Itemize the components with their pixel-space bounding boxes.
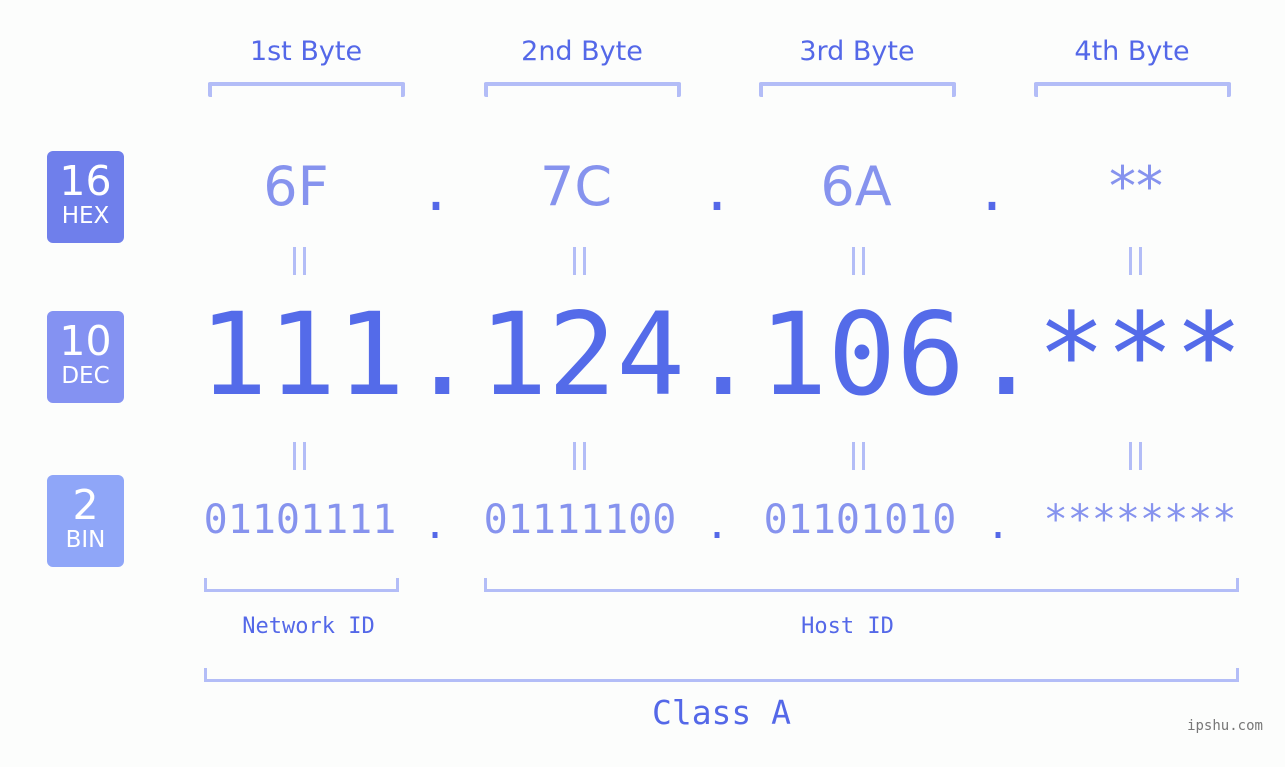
bin-separator-1: . — [422, 502, 448, 548]
equals-icon — [849, 247, 869, 275]
dec-byte-1: 111 — [199, 288, 405, 421]
bin-byte-3: 01101010 — [763, 497, 957, 543]
hex-separator-3: . — [975, 160, 1009, 223]
byte-header-2: 2nd Byte — [521, 36, 643, 67]
bin-byte-4: ******** — [1043, 497, 1237, 543]
equals-icon — [1126, 442, 1146, 470]
watermark: ipshu.com — [1187, 718, 1263, 734]
host-id-bracket — [484, 578, 1239, 592]
byte-bracket-4 — [1034, 82, 1231, 97]
host-id-label: Host ID — [801, 614, 894, 639]
dec-byte-3: 106 — [759, 288, 965, 421]
hex-separator-2: . — [700, 160, 734, 223]
dec-byte-2: 124 — [479, 288, 685, 421]
equals-icon — [290, 442, 310, 470]
dec-badge: 10 DEC — [47, 311, 124, 403]
hex-base-label: HEX — [61, 203, 110, 229]
hex-base-number: 16 — [59, 157, 112, 205]
hex-badge: 16 HEX — [47, 151, 124, 243]
hex-byte-3: 6A — [820, 155, 892, 218]
dec-base-label: DEC — [61, 363, 110, 389]
byte-bracket-2 — [484, 82, 681, 97]
byte-header-4: 4th Byte — [1074, 36, 1190, 67]
network-id-label: Network ID — [242, 614, 375, 639]
equals-icon — [849, 442, 869, 470]
hex-byte-2: 7C — [539, 155, 613, 218]
byte-bracket-3 — [759, 82, 956, 97]
bin-separator-3: . — [985, 502, 1011, 548]
byte-header-1: 1st Byte — [249, 36, 363, 67]
equals-icon — [570, 442, 590, 470]
hex-separator-1: . — [419, 160, 453, 223]
byte-bracket-1 — [208, 82, 405, 97]
bin-byte-1: 01101111 — [203, 497, 397, 543]
class-bracket — [204, 668, 1239, 682]
hex-byte-1: 6F — [263, 155, 329, 218]
bin-byte-2: 01111100 — [483, 497, 677, 543]
bin-base-label: BIN — [65, 527, 106, 553]
dec-base-number: 10 — [59, 317, 112, 365]
dec-byte-4: *** — [1037, 288, 1243, 421]
equals-icon — [570, 247, 590, 275]
network-id-bracket — [204, 578, 399, 592]
equals-icon — [290, 247, 310, 275]
class-label: Class A — [651, 693, 792, 732]
byte-header-3: 3rd Byte — [799, 36, 915, 67]
bin-separator-2: . — [704, 502, 730, 548]
bin-badge: 2 BIN — [47, 475, 124, 567]
equals-icon — [1126, 247, 1146, 275]
bin-base-number: 2 — [72, 481, 99, 529]
hex-byte-4: ** — [1109, 155, 1163, 218]
